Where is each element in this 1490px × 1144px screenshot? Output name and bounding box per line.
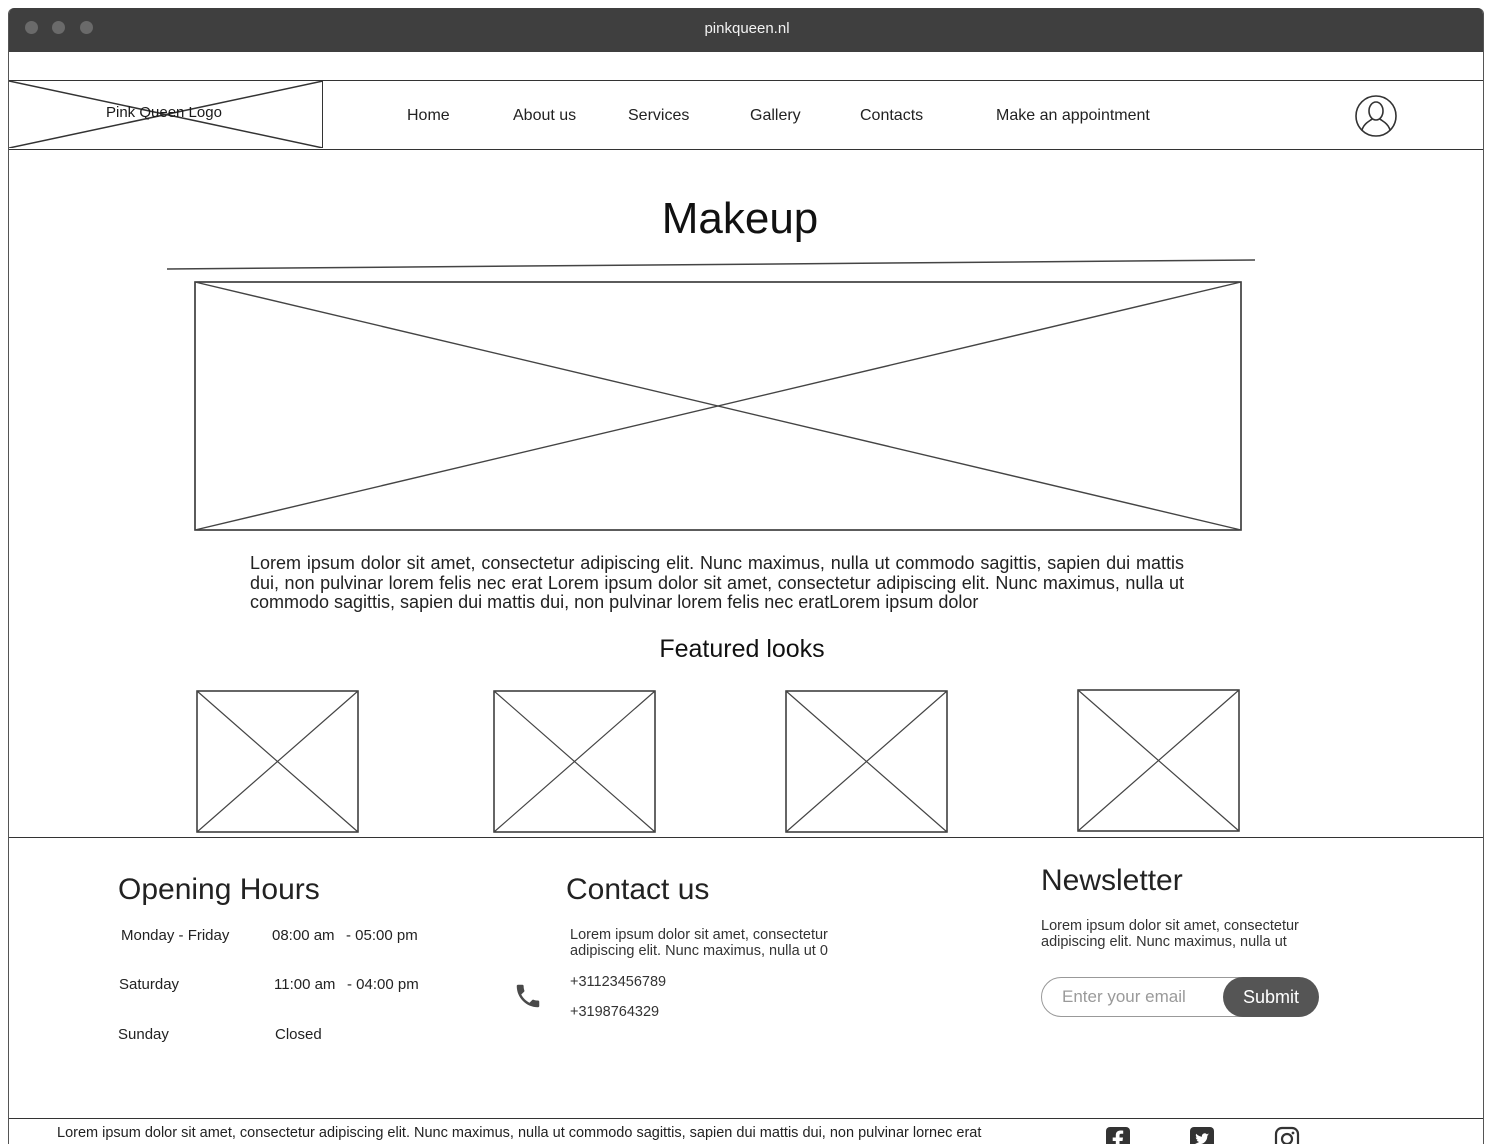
featured-look-image[interactable] [493, 690, 657, 834]
newsletter-form: Submit [1041, 977, 1321, 1017]
facebook-icon[interactable] [1105, 1126, 1131, 1144]
footer-bottom-text: Lorem ipsum dolor sit amet, consectetur … [57, 1125, 982, 1141]
nav-make-appointment[interactable]: Make an appointment [996, 107, 1150, 125]
phone-number[interactable]: +31123456789 [570, 974, 666, 990]
nav-services[interactable]: Services [628, 107, 689, 125]
logo-text: Pink Queen Logo [106, 104, 222, 121]
logo-placeholder[interactable]: Pink Queen Logo [9, 81, 323, 148]
twitter-icon[interactable] [1189, 1126, 1215, 1144]
submit-button[interactable]: Submit [1223, 977, 1319, 1017]
browser-url[interactable]: pinkqueen.nl [9, 20, 1483, 37]
hours-open: 11:00 am [274, 976, 336, 993]
nav-home[interactable]: Home [407, 107, 450, 125]
newsletter-heading: Newsletter [1041, 864, 1183, 897]
newsletter-text-line1: Lorem ipsum dolor sit amet, consectetur [1041, 918, 1299, 934]
contact-heading: Contact us [566, 873, 710, 906]
nav-contacts[interactable]: Contacts [860, 107, 923, 125]
hours-close: - 05:00 pm [346, 927, 418, 944]
title-divider [167, 259, 1256, 270]
featured-heading: Featured looks [659, 635, 825, 663]
contact-text-line1: Lorem ipsum dolor sit amet, consectetur [570, 927, 828, 943]
browser-window: pinkqueen.nl Pink Queen Logo Home About … [8, 8, 1484, 1144]
page-title: Makeup [661, 194, 819, 243]
featured-look-image[interactable] [785, 690, 949, 834]
hours-close: - 04:00 pm [347, 976, 419, 993]
nav-gallery[interactable]: Gallery [750, 107, 801, 125]
hours-open: Closed [275, 1026, 322, 1043]
opening-hours-heading: Opening Hours [118, 873, 320, 906]
hours-day: Sunday [118, 1026, 169, 1043]
hours-day: Saturday [119, 976, 180, 993]
featured-look-image[interactable] [196, 690, 360, 834]
site-header: Pink Queen Logo Home About us Services G… [9, 80, 1483, 150]
hero-image-placeholder [194, 281, 1242, 531]
intro-paragraph: Lorem ipsum dolor sit amet, consectetur … [250, 553, 1184, 612]
nav-about-us[interactable]: About us [513, 107, 576, 125]
user-icon[interactable] [1355, 95, 1397, 137]
hours-day: Monday - Friday [121, 927, 230, 944]
newsletter-text-line2: adipiscing elit. Nunc maximus, nulla ut [1041, 934, 1287, 950]
browser-titlebar: pinkqueen.nl [9, 8, 1483, 52]
hours-open: 08:00 am [272, 927, 335, 944]
contact-text-line2: adipiscing elit. Nunc maximus, nulla ut … [570, 943, 828, 959]
phone-number[interactable]: +3198764329 [570, 1004, 659, 1020]
phone-icon [516, 984, 540, 1008]
instagram-icon[interactable] [1274, 1126, 1300, 1144]
featured-look-image[interactable] [1077, 689, 1241, 833]
